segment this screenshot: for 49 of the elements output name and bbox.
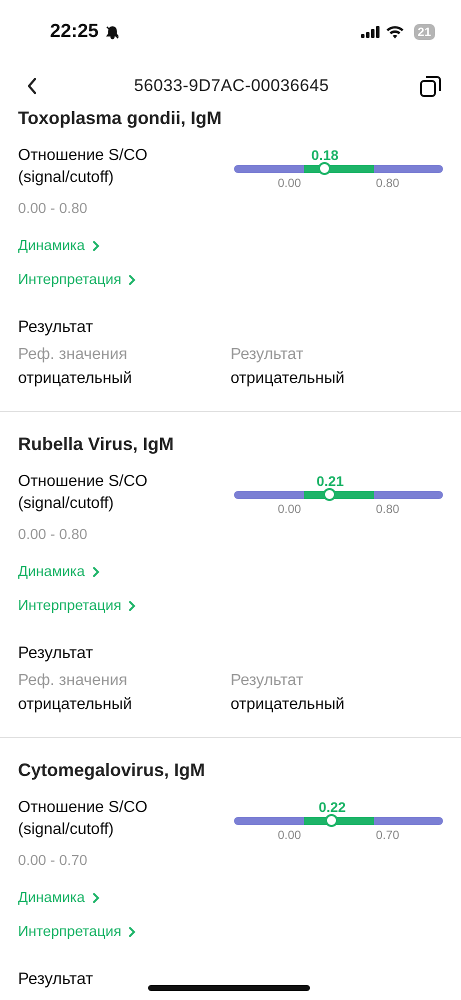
test-title: Cytomegalovirus, IgM [18, 760, 206, 781]
test-title: Rubella Virus, IgM [18, 434, 175, 455]
metric-label: Отношение S/CO (signal/cutoff) [18, 798, 148, 840]
metric-label: Отношение S/CO (signal/cutoff) [18, 472, 148, 514]
detail-link[interactable]: Интерпретация [18, 598, 136, 614]
reference-range: 0.00 - 0.80 [18, 201, 88, 217]
result-label: Реф. значения [18, 346, 128, 364]
reference-range: 0.00 - 0.80 [18, 527, 88, 543]
result-heading: Результат [18, 970, 94, 989]
scale-tick: 0.80 [376, 176, 400, 190]
result-heading: Результат [18, 644, 94, 663]
order-number: 56033-9D7AC-00036645 [132, 76, 330, 96]
value-label: 0.22 [318, 799, 346, 815]
value-label: 0.21 [316, 473, 344, 489]
metric-label: Отношение S/CO (signal/cutoff) [18, 146, 148, 188]
muted-bell-icon [104, 24, 120, 40]
status-time: 22:25 [50, 21, 99, 43]
result-label: Результат [230, 672, 304, 690]
detail-link[interactable]: Интерпретация [18, 272, 136, 288]
detail-link[interactable]: Динамика [18, 564, 100, 580]
chevron-right-icon [128, 274, 136, 286]
detail-link[interactable]: Интерпретация [18, 924, 136, 940]
battery-level: 21 [414, 24, 435, 40]
chevron-right-icon [92, 892, 100, 904]
chevron-right-icon [128, 600, 136, 612]
copy-icon[interactable] [419, 74, 443, 98]
detail-link[interactable]: Динамика [18, 890, 100, 906]
result-label: Реф. значения [18, 672, 128, 690]
chevron-right-icon [92, 240, 100, 252]
test-title: Toxoplasma gondii, IgM [18, 108, 223, 129]
scale-tick: 0.00 [278, 828, 302, 842]
value-label: 0.18 [311, 147, 339, 163]
chevron-right-icon [128, 926, 136, 938]
chevron-left-icon [26, 77, 38, 95]
reference-range: 0.00 - 0.70 [18, 853, 88, 869]
wifi-icon [386, 26, 404, 38]
scale-tick: 0.00 [278, 176, 302, 190]
chevron-right-icon [92, 566, 100, 578]
scale-tick: 0.00 [278, 502, 302, 516]
scale-tick: 0.70 [376, 828, 400, 842]
result-value: отрицательный [230, 696, 346, 714]
scale-tick: 0.80 [376, 502, 400, 516]
result-value: отрицательный [230, 370, 346, 388]
detail-link[interactable]: Динамика [18, 238, 100, 254]
result-label: Результат [230, 346, 304, 364]
result-value: отрицательный [18, 370, 133, 388]
result-value: отрицательный [18, 696, 133, 714]
signal-icon [360, 26, 380, 38]
result-heading: Результат [18, 318, 94, 337]
